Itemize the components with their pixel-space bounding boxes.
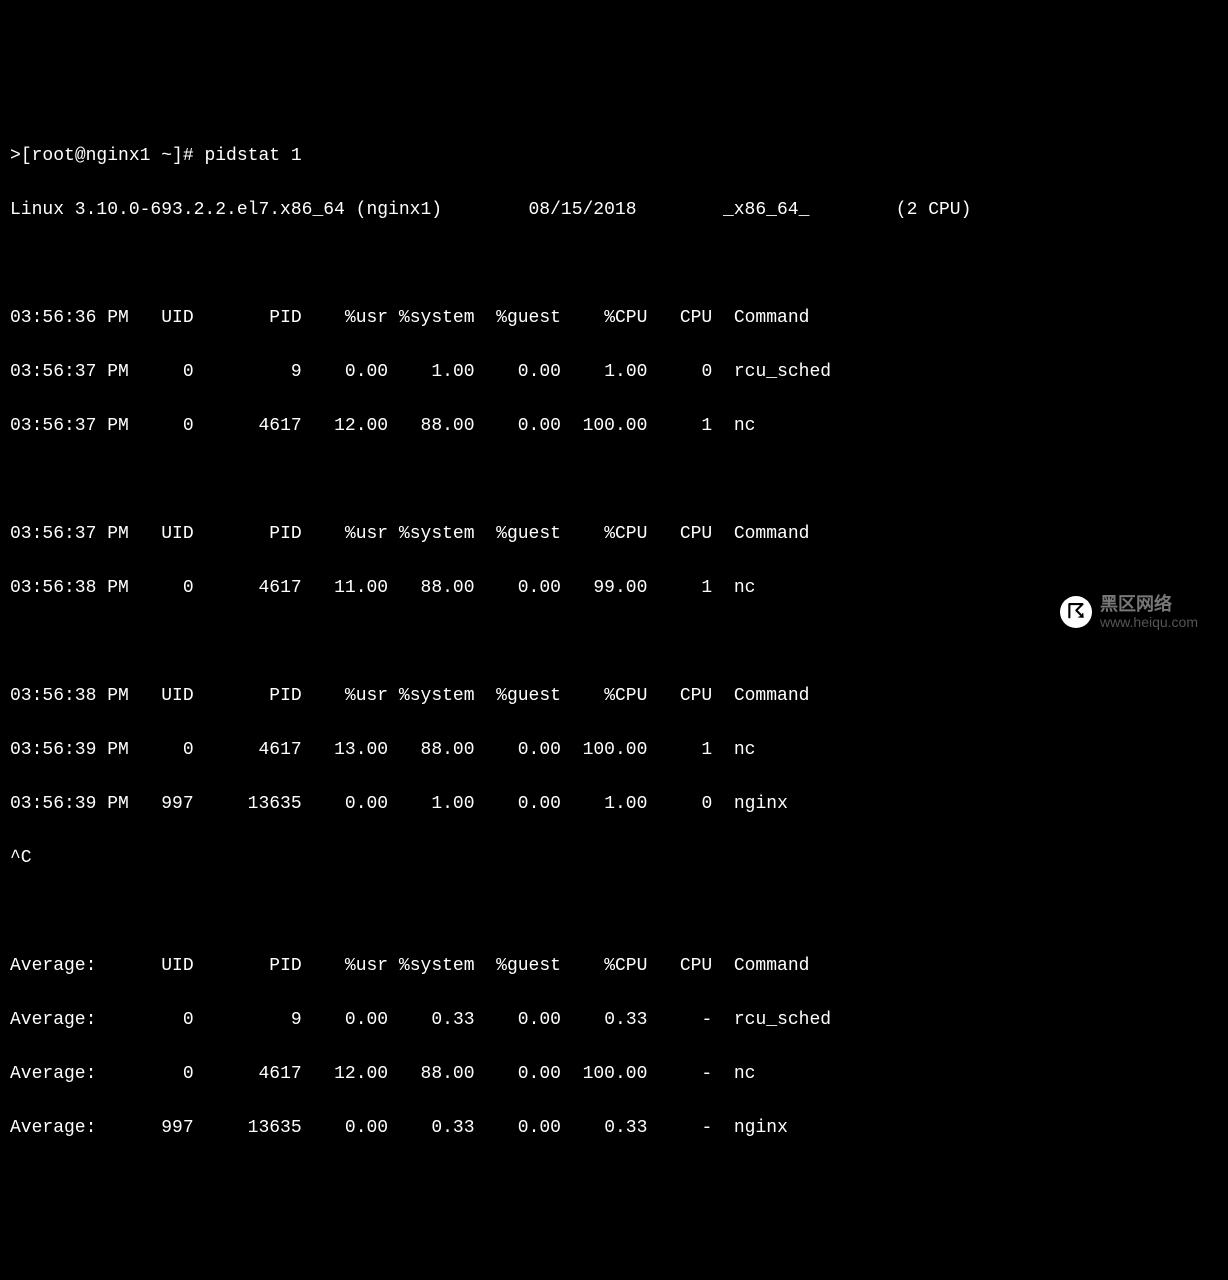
- table-row: Average: 0 4617 12.00 88.00 0.00 100.00 …: [10, 1061, 1218, 1088]
- col-guest: %guest: [496, 308, 561, 328]
- cpu-count-info: (2 CPU): [896, 200, 972, 220]
- watermark-text: 黑区网络 www.heiqu.com: [1100, 595, 1198, 630]
- col-time: 03:56:37 PM: [10, 524, 129, 544]
- col-uid: UID: [161, 956, 193, 976]
- arch-info: _x86_64_: [723, 200, 809, 220]
- table-row: 03:56:39 PM 997 13635 0.00 1.00 0.00 1.0…: [10, 791, 1218, 818]
- col-guest: %guest: [496, 956, 561, 976]
- col-command: Command: [734, 308, 810, 328]
- prompt-marker: >: [10, 146, 21, 166]
- col-command: Command: [734, 524, 810, 544]
- col-command: Command: [734, 956, 810, 976]
- avg-label: Average:: [10, 956, 96, 976]
- watermark: ☈ 黑区网络 www.heiqu.com: [1060, 595, 1198, 630]
- kernel-info: Linux 3.10.0-693.2.2.el7.x86_64 (nginx1): [10, 200, 442, 220]
- col-cpu: CPU: [680, 956, 712, 976]
- block1-header: 03:56:36 PM UID PID %usr %system %guest …: [10, 305, 1218, 332]
- sysinfo-line: Linux 3.10.0-693.2.2.el7.x86_64 (nginx1)…: [10, 197, 1218, 224]
- col-usr: %usr: [345, 524, 388, 544]
- col-guest: %guest: [496, 524, 561, 544]
- col-time: 03:56:36 PM: [10, 308, 129, 328]
- table-row: 03:56:37 PM 0 9 0.00 1.00 0.00 1.00 0 rc…: [10, 359, 1218, 386]
- watermark-url: www.heiqu.com: [1100, 615, 1198, 630]
- date-info: 08/15/2018: [529, 200, 637, 220]
- terminal-output: >[root@nginx1 ~]# pidstat 1 Linux 3.10.0…: [10, 116, 1218, 1169]
- col-system: %system: [399, 686, 475, 706]
- block3-header: 03:56:38 PM UID PID %usr %system %guest …: [10, 683, 1218, 710]
- table-row: Average: 0 9 0.00 0.33 0.00 0.33 - rcu_s…: [10, 1007, 1218, 1034]
- col-system: %system: [399, 524, 475, 544]
- watermark-cn: 黑区网络: [1100, 595, 1198, 615]
- col-cpupct: %CPU: [604, 524, 647, 544]
- col-system: %system: [399, 308, 475, 328]
- col-uid: UID: [161, 308, 193, 328]
- col-system: %system: [399, 956, 475, 976]
- col-command: Command: [734, 686, 810, 706]
- col-pid: PID: [269, 686, 301, 706]
- col-time: 03:56:38 PM: [10, 686, 129, 706]
- col-cpu: CPU: [680, 686, 712, 706]
- watermark-icon: ☈: [1060, 596, 1092, 628]
- command-text: pidstat 1: [204, 146, 301, 166]
- col-cpu: CPU: [680, 524, 712, 544]
- col-usr: %usr: [345, 956, 388, 976]
- table-row: 03:56:38 PM 0 4617 11.00 88.00 0.00 99.0…: [10, 575, 1218, 602]
- col-guest: %guest: [496, 686, 561, 706]
- col-cpupct: %CPU: [604, 956, 647, 976]
- average-header: Average: UID PID %usr %system %guest %CP…: [10, 953, 1218, 980]
- prompt-line: >[root@nginx1 ~]# pidstat 1: [10, 143, 1218, 170]
- table-row: Average: 997 13635 0.00 0.33 0.00 0.33 -…: [10, 1115, 1218, 1142]
- table-row: 03:56:39 PM 0 4617 13.00 88.00 0.00 100.…: [10, 737, 1218, 764]
- table-row: 03:56:37 PM 0 4617 12.00 88.00 0.00 100.…: [10, 413, 1218, 440]
- col-uid: UID: [161, 686, 193, 706]
- col-usr: %usr: [345, 308, 388, 328]
- col-cpu: CPU: [680, 308, 712, 328]
- col-cpupct: %CPU: [604, 308, 647, 328]
- interrupt-line: ^C: [10, 845, 1218, 872]
- col-uid: UID: [161, 524, 193, 544]
- col-pid: PID: [269, 308, 301, 328]
- col-usr: %usr: [345, 686, 388, 706]
- col-pid: PID: [269, 956, 301, 976]
- prompt-userhost: [root@nginx1 ~]#: [21, 146, 194, 166]
- block2-header: 03:56:37 PM UID PID %usr %system %guest …: [10, 521, 1218, 548]
- col-cpupct: %CPU: [604, 686, 647, 706]
- col-pid: PID: [269, 524, 301, 544]
